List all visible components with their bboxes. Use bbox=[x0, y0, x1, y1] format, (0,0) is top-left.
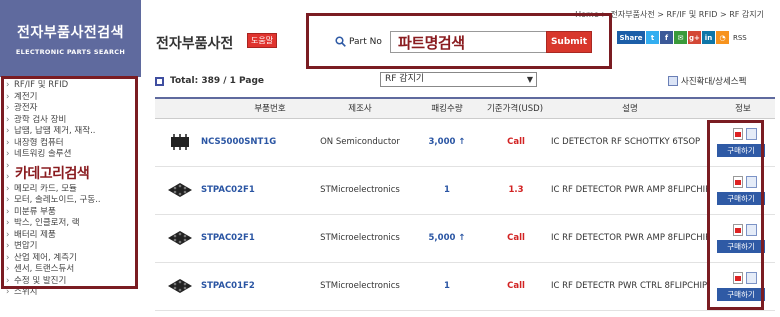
packing-qty[interactable]: 3,000 ↑ bbox=[417, 119, 477, 166]
twitter-icon[interactable]: t bbox=[646, 31, 659, 44]
submit-button[interactable]: Submit bbox=[546, 31, 592, 53]
category-select-value: RF 감지기 bbox=[385, 74, 425, 84]
chip-image[interactable] bbox=[165, 133, 195, 151]
table-row: STPAC02F1 STMicroelectronics 1 1.3 IC RF… bbox=[155, 167, 775, 215]
price: Call bbox=[507, 137, 525, 147]
table-row: STPAC01F2 STMicroelectronics 1 Call IC R… bbox=[155, 263, 775, 311]
part-number-link[interactable]: NCS5000SNT1G bbox=[201, 119, 276, 166]
total-row: Total: 389 / 1 Page bbox=[155, 76, 264, 86]
share-bar: Share t f ✉ g+ in ◔ RSS bbox=[617, 31, 747, 44]
table-row: NCS5000SNT1G ON Semiconductor 3,000 ↑ Ca… bbox=[155, 119, 775, 167]
photo-icon bbox=[668, 76, 678, 86]
manufacturer: ON Semiconductor bbox=[320, 137, 400, 147]
chip-image[interactable] bbox=[165, 277, 195, 295]
manufacturer: STMicroelectronics bbox=[320, 233, 400, 243]
col-qty: 패킹수량 bbox=[431, 104, 463, 114]
part-search-overlay-label: 파트명검색 bbox=[398, 34, 465, 52]
description: IC DETECTOR RF SCHOTTKY 6TSOP bbox=[551, 137, 701, 147]
col-info: 정보 bbox=[735, 104, 751, 114]
col-maker: 제조사 bbox=[348, 104, 372, 114]
sidebar-subtitle: ELECTRONIC PARTS SEARCH bbox=[15, 48, 126, 56]
facebook-icon[interactable]: f bbox=[660, 31, 673, 44]
packing-qty[interactable]: 1 bbox=[417, 167, 477, 214]
share-button[interactable]: Share bbox=[617, 31, 645, 44]
info-highlight-box bbox=[707, 120, 764, 310]
photo-zoom-label: 사진확대/상세스펙 bbox=[681, 77, 747, 87]
help-badge[interactable]: 도움말 bbox=[247, 33, 278, 48]
col-part-no: 부품번호 bbox=[254, 104, 286, 114]
part-number-link[interactable]: STPAC02F1 bbox=[201, 215, 255, 262]
page-title: 전자부품사전 bbox=[156, 36, 234, 52]
rss-icon[interactable]: ◔ bbox=[716, 31, 729, 44]
chip-image[interactable] bbox=[165, 181, 195, 199]
manufacturer: STMicroelectronics bbox=[320, 185, 400, 195]
table-header: 부품번호 제조사 패킹수량 기준가격(USD) 설명 정보 bbox=[155, 97, 775, 119]
part-no-label: Part No bbox=[349, 37, 382, 47]
search-icon bbox=[335, 36, 346, 47]
description: IC RF DETECTR PWR CTRL 8FLIPCHIP bbox=[551, 281, 708, 291]
packing-qty[interactable]: 5,000 ↑ bbox=[417, 215, 477, 262]
category-select[interactable]: RF 감지기 ▼ bbox=[380, 72, 537, 87]
photo-zoom-link[interactable]: 사진확대/상세스펙 bbox=[668, 75, 746, 87]
google-plus-icon[interactable]: g+ bbox=[688, 31, 701, 44]
packing-qty[interactable]: 1 bbox=[417, 263, 477, 310]
price: 1.3 bbox=[508, 185, 524, 195]
description: IC RF DETECTOR PWR AMP 8FLIPCHIP bbox=[551, 233, 711, 243]
col-price: 기준가격(USD) bbox=[486, 104, 544, 114]
sidebar-header: 전자부품사전검색 ELECTRONIC PARTS SEARCH bbox=[0, 0, 141, 77]
col-desc: 설명 bbox=[622, 104, 638, 114]
part-number-link[interactable]: STPAC01F2 bbox=[201, 263, 255, 310]
sidebar-title: 전자부품사전검색 bbox=[16, 25, 125, 41]
sidebar: 전자부품사전검색 ELECTRONIC PARTS SEARCH RF/IF 및… bbox=[0, 0, 141, 317]
email-icon[interactable]: ✉ bbox=[674, 31, 687, 44]
manufacturer: STMicroelectronics bbox=[320, 281, 400, 291]
price: Call bbox=[507, 281, 525, 291]
chip-image[interactable] bbox=[165, 229, 195, 247]
category-search-overlay-label: 카데고리검색 bbox=[15, 166, 90, 182]
part-number-link[interactable]: STPAC02F1 bbox=[201, 167, 255, 214]
parts-table: NCS5000SNT1G ON Semiconductor 3,000 ↑ Ca… bbox=[155, 119, 775, 311]
linkedin-icon[interactable]: in bbox=[702, 31, 715, 44]
price: Call bbox=[507, 233, 525, 243]
search-box: Part No 파트명검색 Submit bbox=[306, 13, 612, 69]
table-row: STPAC02F1 STMicroelectronics 5,000 ↑ Cal… bbox=[155, 215, 775, 263]
total-count: Total: 389 / 1 Page bbox=[170, 76, 265, 86]
list-icon bbox=[155, 76, 164, 86]
rss-label[interactable]: RSS bbox=[733, 34, 747, 42]
description: IC RF DETECTOR PWR AMP 8FLIPCHIP bbox=[551, 185, 711, 195]
chevron-down-icon: ▼ bbox=[526, 75, 533, 84]
